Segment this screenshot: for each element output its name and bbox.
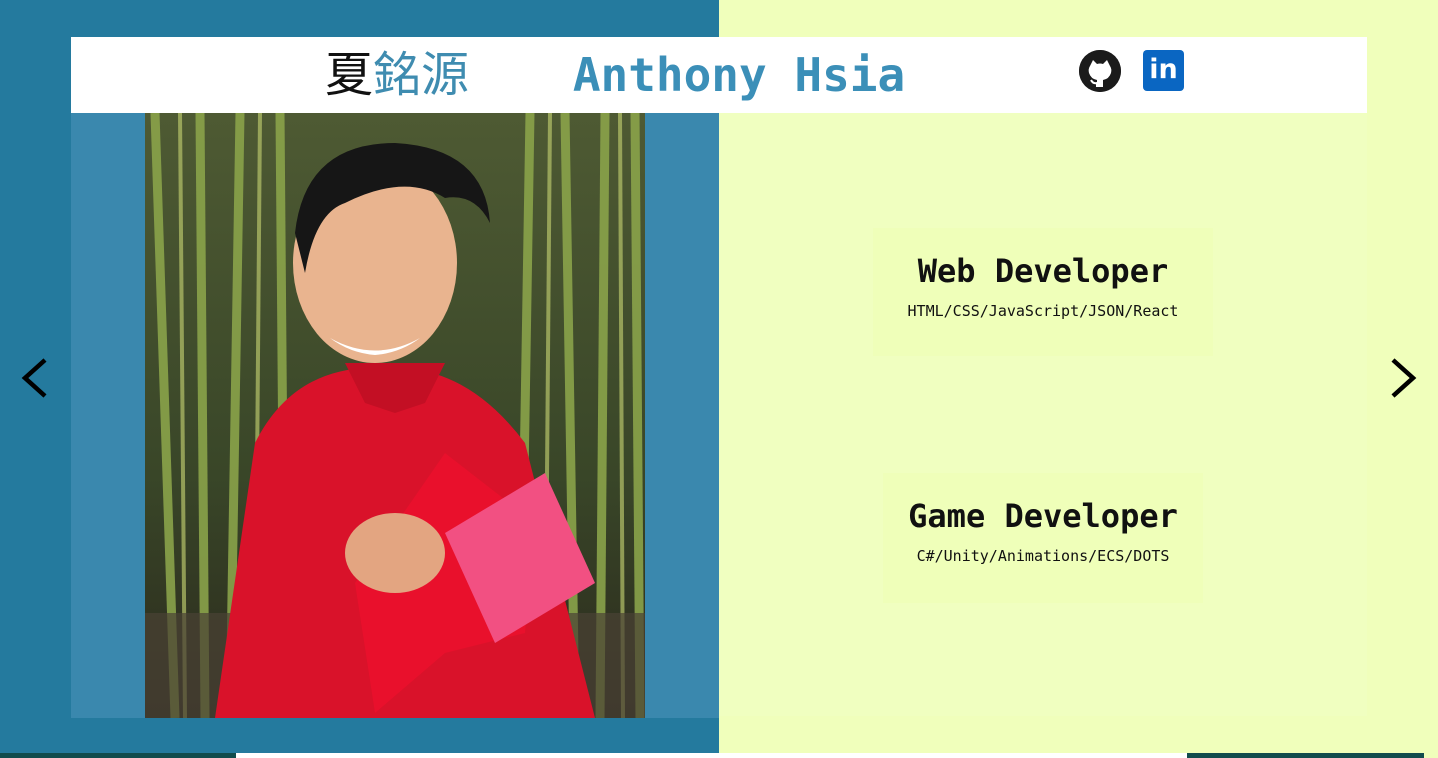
chevron-right-icon[interactable] [1381, 356, 1425, 400]
role-title: Game Developer [908, 497, 1178, 535]
role-card-game: Game Developer C#/Unity/Animations/ECS/D… [883, 473, 1203, 603]
role-card-web: Web Developer HTML/CSS/JavaScript/JSON/R… [873, 228, 1213, 356]
portrait-illustration [145, 113, 645, 718]
header-bar: 夏銘源 Anthony Hsia in [71, 37, 1367, 113]
chinese-name: 夏銘源 [325, 47, 469, 103]
linkedin-icon[interactable]: in [1143, 50, 1184, 91]
github-icon[interactable] [1079, 50, 1121, 92]
chevron-left-shape [21, 358, 47, 398]
bottom-strip [0, 753, 236, 758]
portrait-photo [145, 113, 645, 718]
chevron-right-shape [1391, 358, 1417, 398]
chinese-name-given: 銘源 [373, 47, 470, 103]
site-title: Anthony Hsia [572, 48, 906, 102]
role-skills: C#/Unity/Animations/ECS/DOTS [916, 547, 1170, 565]
role-title: Web Developer [917, 252, 1169, 290]
role-skills: HTML/CSS/JavaScript/JSON/React [907, 302, 1179, 320]
github-logo [1079, 50, 1121, 92]
bottom-strip [1187, 753, 1424, 758]
chevron-left-icon[interactable] [13, 356, 57, 400]
content-panel [719, 113, 1367, 716]
bottom-strip [236, 753, 1187, 758]
chinese-name-surname: 夏 [325, 47, 374, 103]
